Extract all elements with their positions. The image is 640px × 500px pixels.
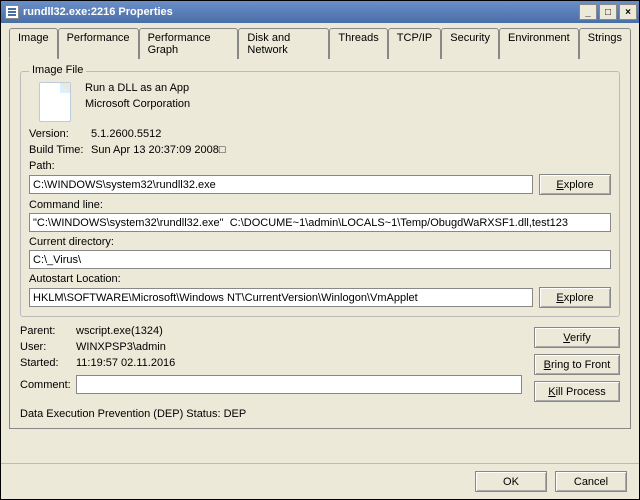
window-icon (5, 5, 19, 19)
version-value: 5.1.2600.5512 (91, 128, 161, 140)
path-input[interactable] (29, 175, 533, 194)
tab-strings[interactable]: Strings (579, 28, 631, 59)
curdir-input[interactable] (29, 250, 611, 269)
kill-process-button[interactable]: Kill Process (534, 381, 620, 402)
dialog-footer: OK Cancel (1, 463, 639, 499)
minimize-button[interactable]: _ (579, 4, 597, 20)
parent-value: wscript.exe(1324) (76, 325, 163, 337)
group-legend: Image File (29, 64, 86, 76)
started-label: Started: (20, 357, 76, 369)
curdir-label: Current directory: (29, 236, 611, 248)
bring-to-front-button[interactable]: Bring to Front (534, 354, 620, 375)
user-value: WINXPSP3\admin (76, 341, 166, 353)
maximize-button[interactable]: □ (599, 4, 617, 20)
tab-performance[interactable]: Performance (58, 28, 139, 59)
tab-performance-graph[interactable]: Performance Graph (139, 28, 239, 59)
tab-threads[interactable]: Threads (329, 28, 387, 59)
version-label: Version: (29, 128, 91, 140)
tab-image[interactable]: Image (9, 28, 58, 59)
title-bar: rundll32.exe:2216 Properties _ □ × (1, 1, 639, 23)
user-label: User: (20, 341, 76, 353)
cancel-button[interactable]: Cancel (555, 471, 627, 492)
tab-tcpip[interactable]: TCP/IP (388, 28, 441, 59)
file-icon (39, 82, 71, 122)
started-value: 11:19:57 02.11.2016 (76, 357, 175, 369)
ok-button[interactable]: OK (475, 471, 547, 492)
path-label: Path: (29, 160, 611, 172)
explore-path-button[interactable]: Explore (539, 174, 611, 195)
tab-strip: Image Performance Performance Graph Disk… (9, 27, 631, 59)
comment-input[interactable] (76, 375, 522, 394)
comment-label: Comment: (20, 379, 76, 391)
parent-label: Parent: (20, 325, 76, 337)
file-company: Microsoft Corporation (85, 98, 190, 110)
buildtime-label: Build Time: (29, 144, 91, 156)
close-button[interactable]: × (619, 4, 637, 20)
cmdline-label: Command line: (29, 199, 611, 211)
verify-button[interactable]: Verify (534, 327, 620, 348)
tab-disk-network[interactable]: Disk and Network (238, 28, 329, 59)
explore-autostart-button[interactable]: Explore (539, 287, 611, 308)
window-title: rundll32.exe:2216 Properties (23, 6, 173, 18)
file-description: Run a DLL as an App (85, 82, 190, 94)
buildtime-value: Sun Apr 13 20:37:09 2008□ (91, 144, 225, 156)
content: Image Performance Performance Graph Disk… (1, 23, 639, 433)
autostart-label: Autostart Location: (29, 273, 611, 285)
tab-panel: Image File Run a DLL as an App Microsoft… (9, 59, 631, 429)
tab-environment[interactable]: Environment (499, 28, 579, 59)
autostart-input[interactable] (29, 288, 533, 307)
dep-status: Data Execution Prevention (DEP) Status: … (20, 408, 522, 420)
tab-security[interactable]: Security (441, 28, 499, 59)
image-file-group: Image File Run a DLL as an App Microsoft… (20, 71, 620, 317)
cmdline-input[interactable] (29, 213, 611, 232)
